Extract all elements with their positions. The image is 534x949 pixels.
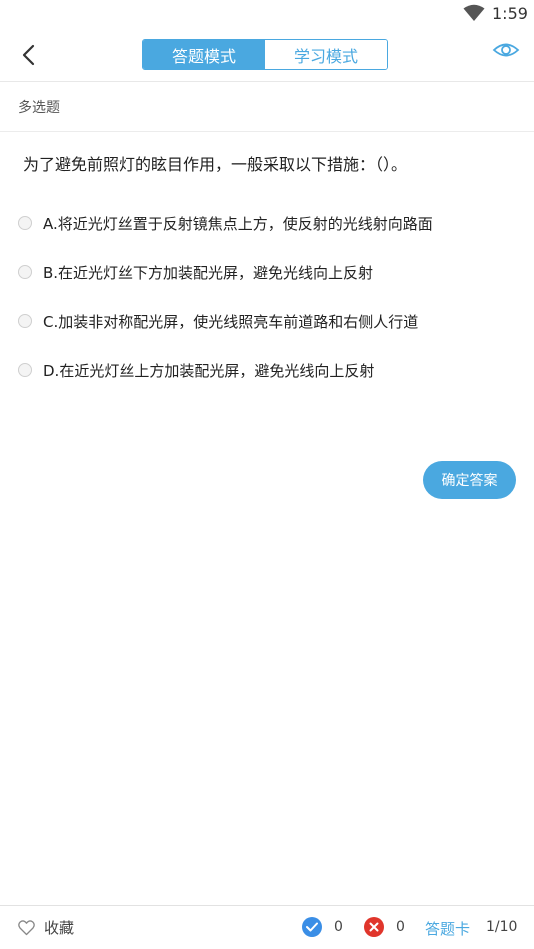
question-type-bar: 多选题 (0, 82, 534, 132)
confirm-answer-button[interactable]: 确定答案 (423, 461, 516, 499)
radio-icon[interactable] (18, 265, 32, 279)
wifi-icon (463, 4, 485, 21)
radio-icon[interactable] (18, 314, 32, 328)
bottom-bar: 收藏 0 0 答题卡 1/10 (0, 905, 534, 949)
option-a[interactable]: A.将近光灯丝置于反射镜焦点上方，使反射的光线射向路面 (18, 209, 433, 237)
option-c[interactable]: C.加装非对称配光屏，使光线照亮车前道路和右侧人行道 (18, 307, 418, 335)
wrong-stat: 0 (364, 917, 405, 937)
wrong-count: 0 (396, 919, 405, 935)
status-bar: 1:59 (0, 0, 534, 28)
option-d[interactable]: D.在近光灯丝上方加装配光屏，避免光线向上反射 (18, 356, 374, 384)
option-label: D.在近光灯丝上方加装配光屏，避免光线向上反射 (43, 361, 375, 380)
correct-count: 0 (334, 919, 343, 935)
radio-icon[interactable] (18, 363, 32, 377)
back-button[interactable] (14, 40, 44, 70)
heart-outline-icon (18, 919, 35, 935)
option-label: B.在近光灯丝下方加装配光屏，避免光线向上反射 (43, 263, 374, 282)
chevron-left-icon (22, 44, 35, 66)
option-b[interactable]: B.在近光灯丝下方加装配光屏，避免光线向上反射 (18, 258, 373, 286)
question-progress: 1/10 (486, 919, 518, 935)
option-label: A.将近光灯丝置于反射镜焦点上方，使反射的光线射向路面 (43, 214, 433, 233)
tab-study-mode[interactable]: 学习模式 (265, 40, 387, 69)
check-circle-icon (302, 917, 322, 937)
tab-answer-mode[interactable]: 答题模式 (143, 40, 265, 69)
question-text: 为了避免前照灯的眩目作用，一般采取以下措施：（）。 (23, 155, 408, 174)
radio-icon[interactable] (18, 216, 32, 230)
favorite-label: 收藏 (44, 919, 75, 937)
option-label: C.加装非对称配光屏，使光线照亮车前道路和右侧人行道 (43, 312, 419, 331)
question-type-label: 多选题 (18, 100, 60, 116)
x-circle-icon (364, 917, 384, 937)
status-time: 1:59 (492, 4, 528, 23)
eye-icon[interactable] (492, 38, 520, 62)
answer-card-button[interactable]: 答题卡 (425, 918, 470, 939)
mode-switch: 答题模式 学习模式 (142, 39, 388, 70)
header: 答题模式 学习模式 (0, 28, 534, 82)
correct-stat: 0 (302, 917, 343, 937)
favorite-button[interactable]: 收藏 (18, 917, 74, 938)
